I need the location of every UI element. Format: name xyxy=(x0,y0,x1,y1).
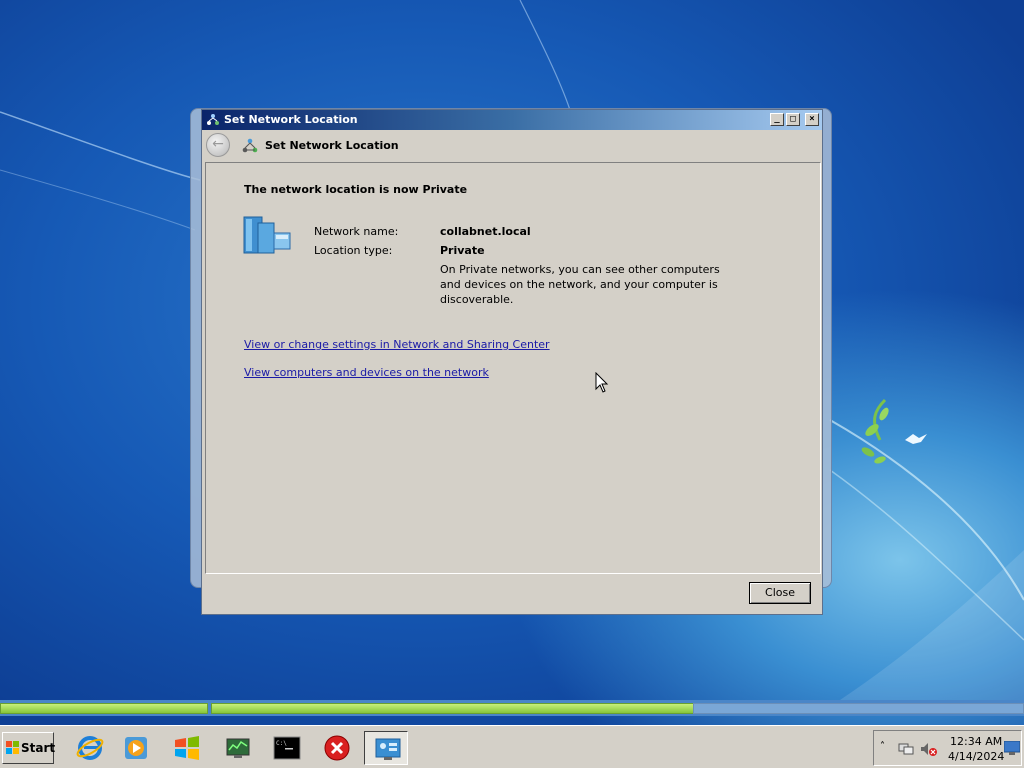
navigation-bar: ← Set Network Location xyxy=(202,130,822,162)
set-network-location-window: Set Network Location _ □ × ← Set Network… xyxy=(201,109,823,615)
windows-explorer-icon xyxy=(175,736,199,760)
location-type-value: Private xyxy=(440,244,485,257)
mouse-cursor-icon xyxy=(595,372,609,393)
view-computers-link[interactable]: View computers and devices on the networ… xyxy=(244,366,489,379)
back-button[interactable]: ← xyxy=(206,133,230,157)
status-heading: The network location is now Private xyxy=(244,183,468,196)
clock-time[interactable]: 12:34 AM xyxy=(950,735,1002,748)
start-button[interactable]: Start xyxy=(2,732,56,764)
window-title: Set Network Location xyxy=(224,113,358,126)
network-monitor-icon xyxy=(226,738,250,758)
internet-explorer-icon xyxy=(76,736,104,760)
taskbar: Start C:\ ˄ 12:34 AM 4/14/2024 xyxy=(0,725,1024,768)
minimize-button[interactable]: _ xyxy=(770,113,784,126)
clock-date[interactable]: 4/14/2024 xyxy=(948,750,1004,763)
taskbar-windows-explorer[interactable] xyxy=(164,731,208,765)
volume-muted-icon[interactable] xyxy=(920,741,938,757)
system-tray: ˄ 12:34 AM 4/14/2024 xyxy=(873,730,1022,766)
show-desktop-icon[interactable] xyxy=(1004,741,1020,755)
show-hidden-icons-chevron[interactable]: ˄ xyxy=(880,741,885,752)
taskbar-error[interactable] xyxy=(314,731,358,765)
svg-text:C:\: C:\ xyxy=(276,740,287,747)
maximize-button[interactable]: □ xyxy=(786,113,800,126)
progress-bar-left xyxy=(0,703,208,714)
progress-track xyxy=(693,703,1024,714)
network-servers-icon xyxy=(243,216,291,254)
taskbar-network-monitor[interactable] xyxy=(215,731,259,765)
taskbar-media-player[interactable] xyxy=(113,731,157,765)
taskbar-command-prompt[interactable]: C:\ xyxy=(264,731,308,765)
title-bar[interactable]: Set Network Location _ □ × xyxy=(202,110,822,130)
sharing-center-link[interactable]: View or change settings in Network and S… xyxy=(244,338,550,351)
network-settings-icon xyxy=(375,738,401,760)
network-status-icon[interactable] xyxy=(898,741,914,757)
windows-logo-icon xyxy=(6,741,19,754)
network-name-value: collabnet.local xyxy=(440,225,531,238)
network-name-label: Network name: xyxy=(314,225,399,238)
error-icon xyxy=(324,735,350,761)
location-type-label: Location type: xyxy=(314,244,393,257)
close-button[interactable]: Close xyxy=(749,582,811,604)
network-location-icon xyxy=(242,138,258,153)
command-prompt-icon: C:\ xyxy=(273,736,301,760)
progress-bar-right xyxy=(211,703,694,714)
content-panel: The network location is now Private Netw… xyxy=(205,162,821,574)
close-window-button[interactable]: × xyxy=(805,113,819,126)
location-description: On Private networks, you can see other c… xyxy=(440,263,720,306)
nav-title: Set Network Location xyxy=(265,139,399,152)
taskbar-network-settings[interactable] xyxy=(364,731,408,765)
media-player-icon xyxy=(125,737,147,759)
start-label: Start xyxy=(21,741,56,755)
network-icon xyxy=(207,114,219,125)
taskbar-internet-explorer[interactable] xyxy=(67,731,111,765)
